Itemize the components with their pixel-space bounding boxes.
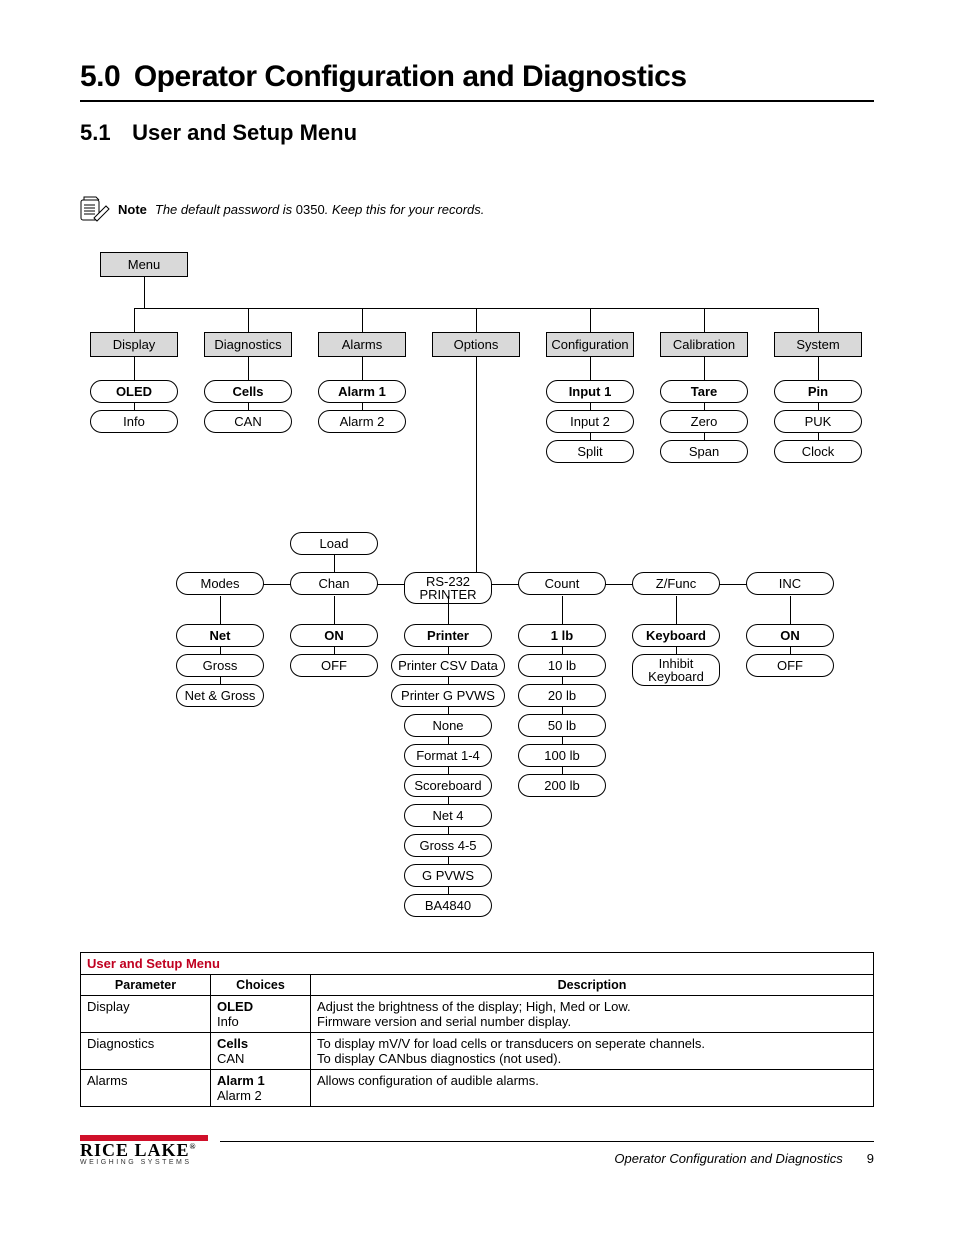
note-label: Note (118, 202, 147, 217)
tree-node: Zero (660, 410, 748, 433)
tree-node: OFF (746, 654, 834, 677)
tree-node: Keyboard (632, 624, 720, 647)
tree-node: OFF (290, 654, 378, 677)
tree-node: INC (746, 572, 834, 595)
footer-rule (220, 1141, 874, 1142)
cell-parameter: Diagnostics (81, 1033, 211, 1070)
tree-node: G PVWS (404, 864, 492, 887)
tree-node: Diagnostics (204, 332, 292, 357)
table-title: User and Setup Menu (81, 953, 874, 975)
tree-node: ON (290, 624, 378, 647)
tree-node: Net (176, 624, 264, 647)
cell-choices: Alarm 1Alarm 2 (211, 1070, 311, 1107)
brand-logo: RICE LAKE® WEIGHING SYSTEMS (80, 1135, 208, 1166)
cell-description: Allows configuration of audible alarms. (311, 1070, 874, 1107)
tree-node: Span (660, 440, 748, 463)
brand-name: RICE LAKE (80, 1140, 190, 1160)
tree-node: Count (518, 572, 606, 595)
tree-node: Gross 4-5 (404, 834, 492, 857)
page-footer: RICE LAKE® WEIGHING SYSTEMS Operator Con… (80, 1135, 874, 1166)
tree-node: Scoreboard (404, 774, 492, 797)
cell-parameter: Display (81, 996, 211, 1033)
h1: 5.0 Operator Configuration and Diagnosti… (80, 60, 874, 94)
h2: 5.1 User and Setup Menu (80, 120, 874, 146)
tree-node: Clock (774, 440, 862, 463)
tree-node: Format 1-4 (404, 744, 492, 767)
tree-node: Load (290, 532, 378, 555)
h1-number: 5.0 (80, 60, 126, 94)
table-header-row: Parameter Choices Description (81, 975, 874, 996)
tree-node: Gross (176, 654, 264, 677)
tree-node: Split (546, 440, 634, 463)
table-row: DisplayOLEDInfoAdjust the brightness of … (81, 996, 874, 1033)
tree-node: Printer G PVWS (391, 684, 505, 707)
tree-node: System (774, 332, 862, 357)
brand-subtitle: WEIGHING SYSTEMS (80, 1159, 208, 1166)
registered-icon: ® (190, 1142, 197, 1151)
tree-node: None (404, 714, 492, 737)
tree-node: Chan (290, 572, 378, 595)
table-row: AlarmsAlarm 1Alarm 2Allows configuration… (81, 1070, 874, 1107)
note-text-prefix: The default password is (155, 202, 296, 217)
th-parameter: Parameter (81, 975, 211, 996)
user-setup-table: User and Setup Menu Parameter Choices De… (80, 952, 874, 1107)
footer-right: Operator Configuration and Diagnostics 9 (614, 1151, 874, 1166)
tree-node: Alarm 1 (318, 380, 406, 403)
tree-node: 100 lb (518, 744, 606, 767)
footer-section: Operator Configuration and Diagnostics (614, 1151, 842, 1166)
cell-description: To display mV/V for load cells or transd… (311, 1033, 874, 1070)
h2-title: User and Setup Menu (132, 120, 357, 145)
tree-node: PUK (774, 410, 862, 433)
tree-node: 50 lb (518, 714, 606, 737)
th-choices: Choices (211, 975, 311, 996)
tree-node: 10 lb (518, 654, 606, 677)
tree-node: Calibration (660, 332, 748, 357)
tree-node: 200 lb (518, 774, 606, 797)
tree-node: Pin (774, 380, 862, 403)
tree-node: Configuration (546, 332, 634, 357)
heading-rule (80, 100, 874, 102)
tree-node: Alarm 2 (318, 410, 406, 433)
tree-node: Modes (176, 572, 264, 595)
tree-node: BA4840 (404, 894, 492, 917)
note-callout: Note The default password is 0350. Keep … (80, 196, 874, 222)
th-description: Description (311, 975, 874, 996)
tree-node: 20 lb (518, 684, 606, 707)
tree-node: Cells (204, 380, 292, 403)
h2-number: 5.1 (80, 120, 126, 146)
tree-node: InhibitKeyboard (632, 654, 720, 686)
tree-node: Options (432, 332, 520, 357)
tree-node: Display (90, 332, 178, 357)
tree-node: Tare (660, 380, 748, 403)
tree-node: Printer CSV Data (391, 654, 505, 677)
cell-parameter: Alarms (81, 1070, 211, 1107)
tree-node: OLED (90, 380, 178, 403)
tree-node: Input 1 (546, 380, 634, 403)
tree-node: ON (746, 624, 834, 647)
note-password: 0350 (296, 202, 325, 217)
tree-node: Net & Gross (176, 684, 264, 707)
tree-node: Net 4 (404, 804, 492, 827)
footer-page: 9 (867, 1151, 874, 1166)
tree-node: Info (90, 410, 178, 433)
cell-description: Adjust the brightness of the display; Hi… (311, 996, 874, 1033)
note-text: The default password is 0350. Keep this … (155, 202, 485, 217)
menu-tree: Menu Display Diagnostics Alarms Options Confi… (80, 252, 874, 932)
tree-node: Menu (100, 252, 188, 277)
tree-node: 1 lb (518, 624, 606, 647)
tree-node: Printer (404, 624, 492, 647)
tree-node: Z/Func (632, 572, 720, 595)
note-text-suffix: . Keep this for your records. (325, 202, 485, 217)
cell-choices: OLEDInfo (211, 996, 311, 1033)
tree-node: Input 2 (546, 410, 634, 433)
tree-node: Alarms (318, 332, 406, 357)
cell-choices: CellsCAN (211, 1033, 311, 1070)
table-row: DiagnosticsCellsCANTo display mV/V for l… (81, 1033, 874, 1070)
h1-title: Operator Configuration and Diagnostics (134, 60, 687, 93)
tree-node: CAN (204, 410, 292, 433)
note-icon (80, 196, 110, 222)
